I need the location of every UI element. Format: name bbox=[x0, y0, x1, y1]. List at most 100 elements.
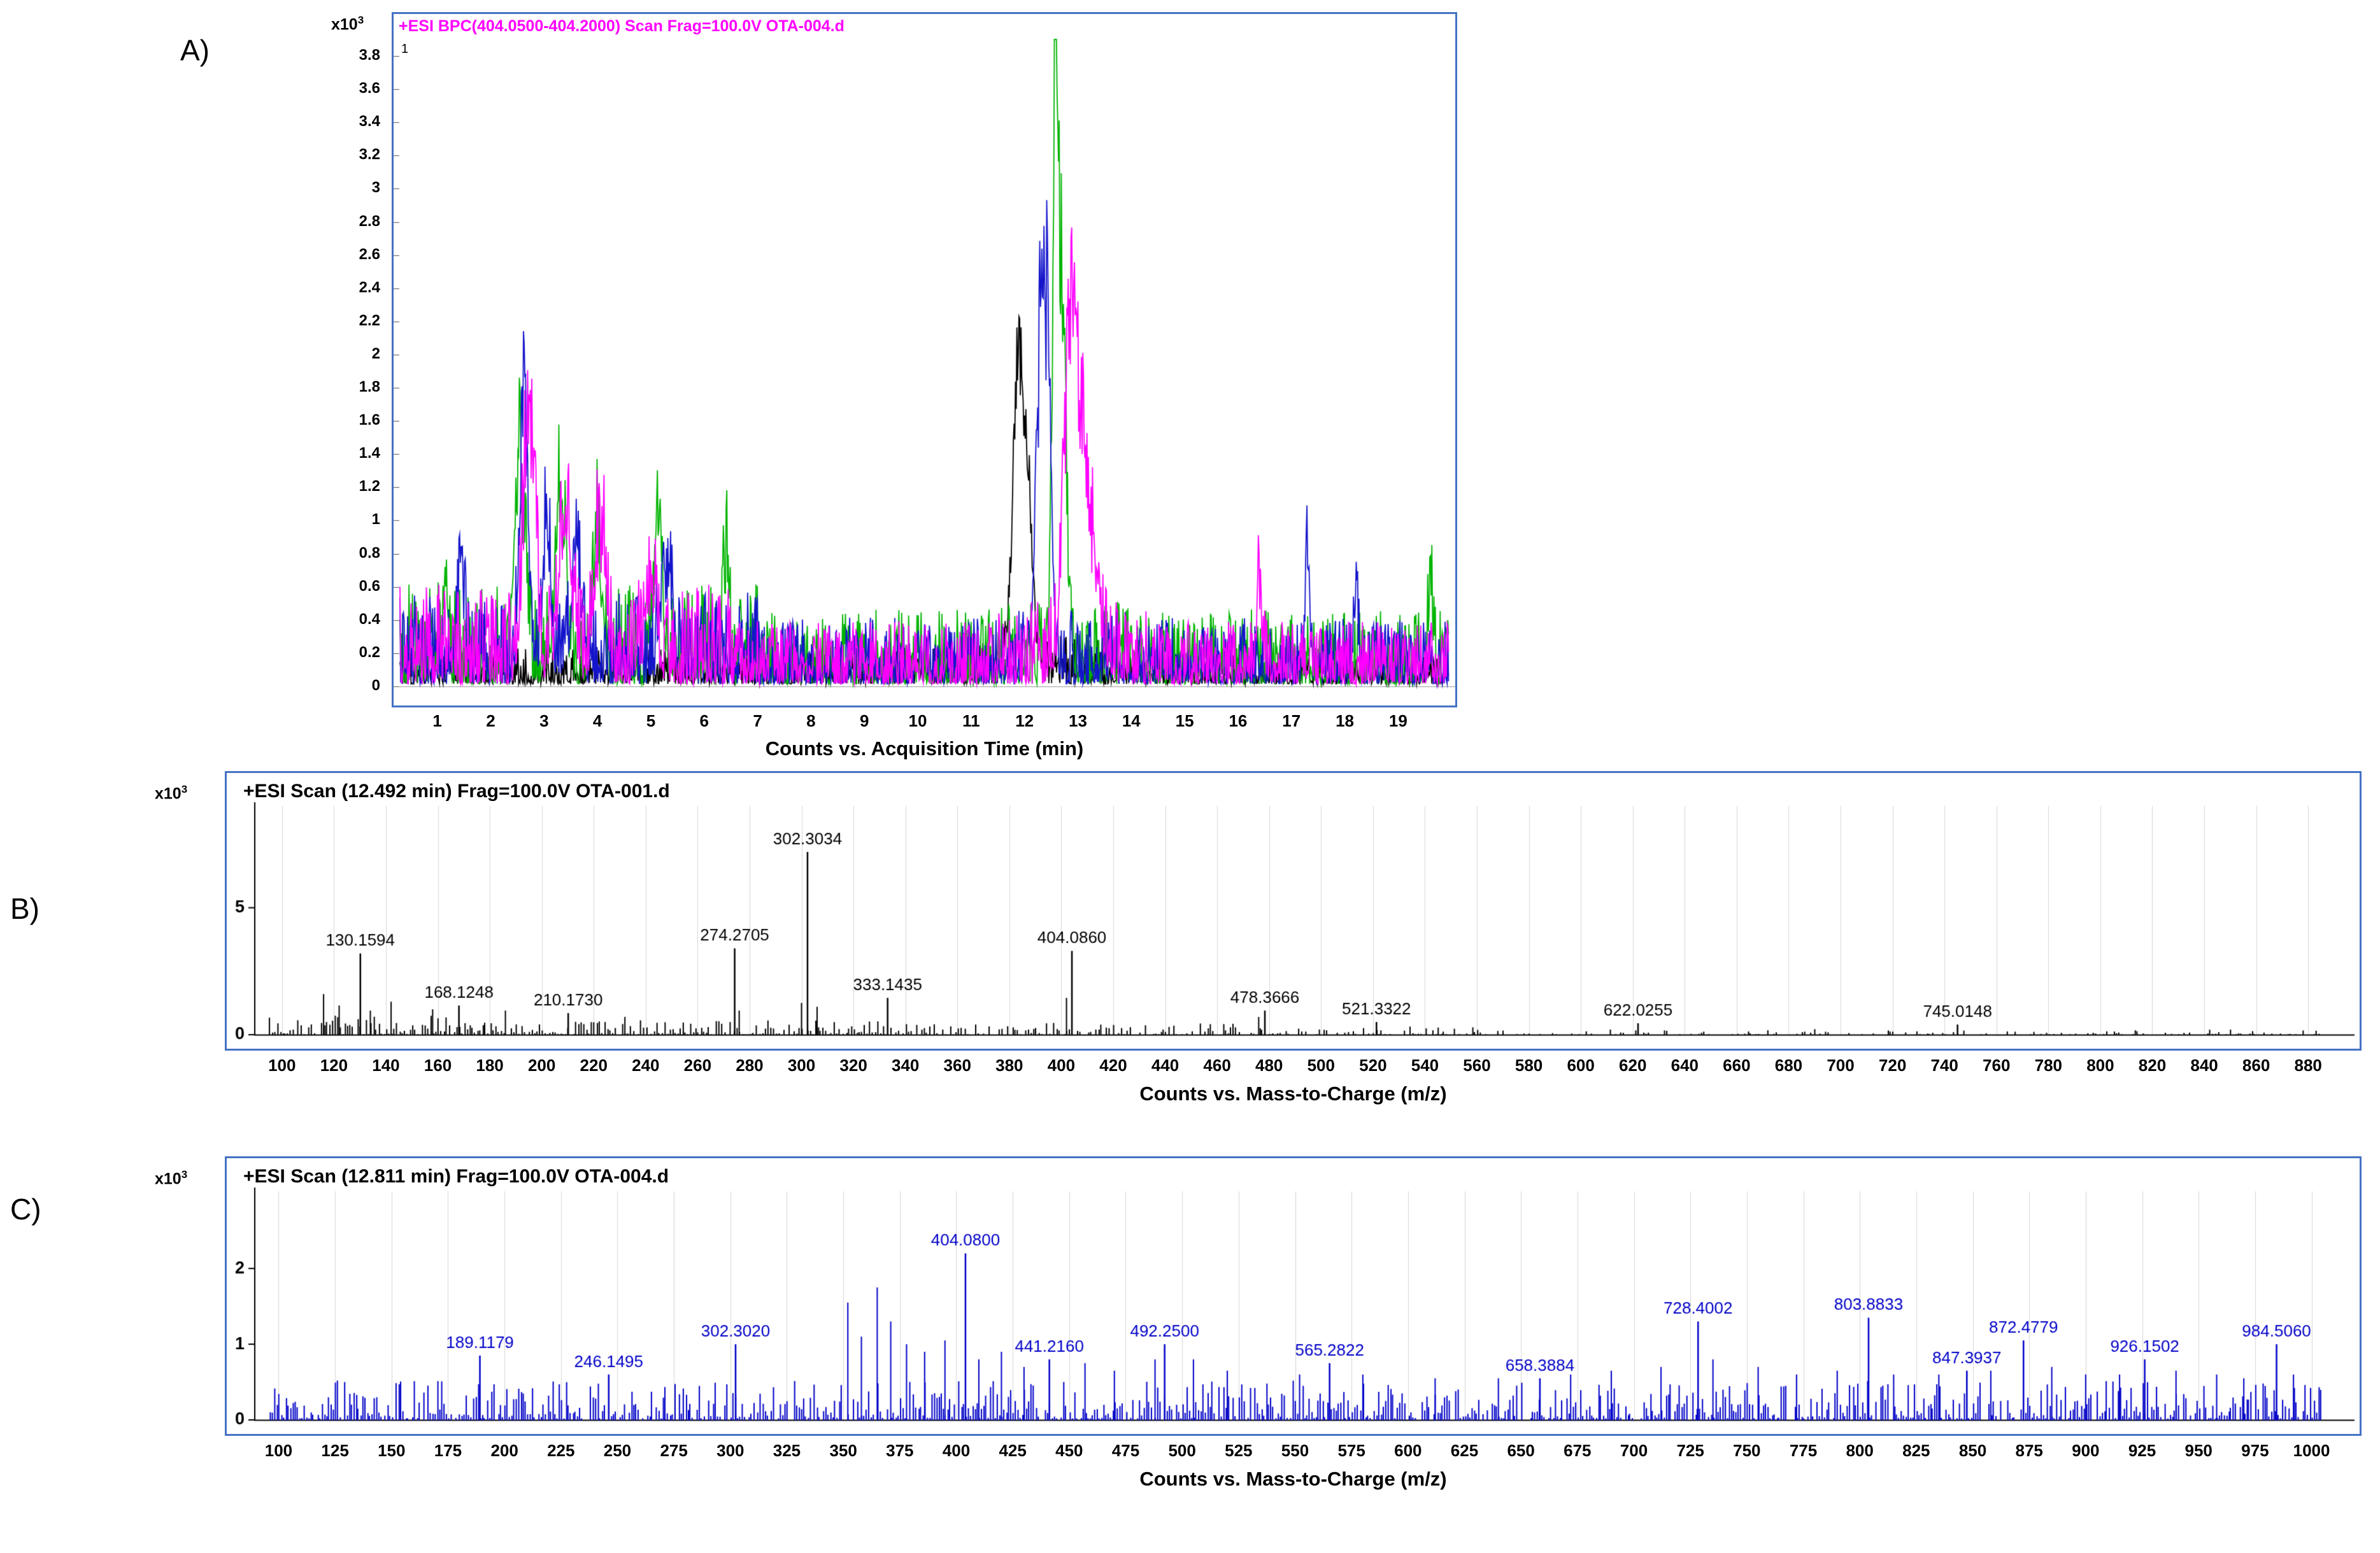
tick-label: 1.2 bbox=[317, 478, 380, 495]
tick-label: 425 bbox=[987, 1441, 1038, 1461]
tick-label: 100 bbox=[253, 1441, 304, 1461]
tick-label: 8 bbox=[785, 711, 836, 731]
tick-label: 16 bbox=[1213, 711, 1264, 731]
tick-label: 3.6 bbox=[317, 80, 380, 97]
tick-label: 1000 bbox=[2286, 1441, 2337, 1461]
panel-a-scale-exponent: 3 bbox=[358, 14, 364, 26]
tick-label: 100 bbox=[257, 1056, 308, 1075]
panel-a-chart-box: +ESI BPC(404.0500-404.2000) Scan Frag=10… bbox=[392, 12, 1457, 707]
tick-label: 180 bbox=[464, 1056, 515, 1075]
tick-label: 1.6 bbox=[317, 411, 380, 429]
tick-label: 150 bbox=[366, 1441, 417, 1461]
tick-label: 7 bbox=[732, 711, 783, 731]
tick-label: 600 bbox=[1383, 1441, 1434, 1461]
tick-label: 240 bbox=[620, 1056, 671, 1075]
tick-label: 900 bbox=[2060, 1441, 2111, 1461]
panel-a-chart-title: +ESI BPC(404.0500-404.2000) Scan Frag=10… bbox=[399, 17, 844, 36]
tick-label: 550 bbox=[1270, 1441, 1321, 1461]
tick-label: 15 bbox=[1159, 711, 1210, 731]
tick-label: 325 bbox=[761, 1441, 812, 1461]
tick-label: 600 bbox=[1555, 1056, 1606, 1075]
tick-label: 275 bbox=[648, 1441, 699, 1461]
tick-label: 1.8 bbox=[317, 378, 380, 396]
panel-a-letter: A) bbox=[180, 33, 210, 67]
tick-label: 860 bbox=[2231, 1056, 2282, 1075]
tick-label: 17 bbox=[1266, 711, 1317, 731]
tick-label: 580 bbox=[1504, 1056, 1555, 1075]
tick-label: 320 bbox=[828, 1056, 879, 1075]
tick-label: 625 bbox=[1439, 1441, 1490, 1461]
tick-label: 200 bbox=[479, 1441, 530, 1461]
tick-label: 140 bbox=[360, 1056, 411, 1075]
tick-label: 12 bbox=[999, 711, 1050, 731]
tick-label: 760 bbox=[1971, 1056, 2022, 1075]
tick-label: 18 bbox=[1320, 711, 1371, 731]
tick-label: 225 bbox=[536, 1441, 587, 1461]
tick-label: 540 bbox=[1399, 1056, 1450, 1075]
panel-b-scale-base: x10 bbox=[155, 784, 182, 802]
tick-label: 880 bbox=[2283, 1056, 2334, 1075]
panel-a-segment-marker: 1 bbox=[401, 42, 408, 57]
tick-label: 1.4 bbox=[317, 444, 380, 462]
tick-label: 14 bbox=[1106, 711, 1157, 731]
tick-label: 11 bbox=[946, 711, 997, 731]
tick-label: 780 bbox=[2023, 1056, 2074, 1075]
tick-label: 2.2 bbox=[317, 312, 380, 330]
tick-label: 13 bbox=[1052, 711, 1103, 731]
tick-label: 475 bbox=[1100, 1441, 1151, 1461]
tick-label: 125 bbox=[310, 1441, 360, 1461]
tick-label: 800 bbox=[1834, 1441, 1885, 1461]
panel-b-y-scale-label: x103 bbox=[155, 783, 187, 803]
tick-label: 740 bbox=[1919, 1056, 1970, 1075]
tick-label: 700 bbox=[1609, 1441, 1660, 1461]
panel-a-chromatogram-canvas bbox=[394, 14, 1455, 706]
panel-b-chart-box: +ESI Scan (12.492 min) Frag=100.0V OTA-0… bbox=[225, 771, 2362, 1051]
tick-label: 2.4 bbox=[317, 279, 380, 297]
tick-label: 480 bbox=[1244, 1056, 1295, 1075]
panel-b-chart-title: +ESI Scan (12.492 min) Frag=100.0V OTA-0… bbox=[243, 781, 670, 802]
tick-label: 450 bbox=[1044, 1441, 1095, 1461]
tick-label: 375 bbox=[874, 1441, 925, 1461]
tick-label: 160 bbox=[413, 1056, 464, 1075]
tick-label: 850 bbox=[1948, 1441, 1999, 1461]
tick-label: 560 bbox=[1451, 1056, 1502, 1075]
tick-label: 2 bbox=[317, 345, 380, 363]
tick-label: 500 bbox=[1157, 1441, 1208, 1461]
tick-label: 300 bbox=[776, 1056, 827, 1075]
tick-label: 840 bbox=[2179, 1056, 2230, 1075]
tick-label: 4 bbox=[572, 711, 623, 731]
tick-label: 1 bbox=[317, 511, 380, 528]
tick-label: 0 bbox=[317, 677, 380, 695]
tick-label: 725 bbox=[1665, 1441, 1716, 1461]
tick-label: 820 bbox=[2127, 1056, 2177, 1075]
tick-label: 825 bbox=[1891, 1441, 1942, 1461]
panel-c-chart-title: +ESI Scan (12.811 min) Frag=100.0V OTA-0… bbox=[243, 1166, 669, 1188]
tick-label: 5 bbox=[625, 711, 676, 731]
tick-label: 0.4 bbox=[317, 611, 380, 628]
panel-a-x-axis-title: Counts vs. Acquisition Time (min) bbox=[392, 737, 1457, 760]
tick-label: 19 bbox=[1372, 711, 1423, 731]
tick-label: 120 bbox=[308, 1056, 359, 1075]
tick-label: 950 bbox=[2173, 1441, 2224, 1461]
tick-label: 975 bbox=[2230, 1441, 2281, 1461]
panel-a-y-scale-label: x103 bbox=[331, 14, 364, 34]
tick-label: 750 bbox=[1721, 1441, 1772, 1461]
tick-label: 875 bbox=[2004, 1441, 2055, 1461]
tick-label: 720 bbox=[1867, 1056, 1918, 1075]
tick-label: 6 bbox=[679, 711, 730, 731]
tick-label: 340 bbox=[880, 1056, 931, 1075]
tick-label: 400 bbox=[1036, 1056, 1087, 1075]
tick-label: 575 bbox=[1326, 1441, 1377, 1461]
tick-label: 800 bbox=[2075, 1056, 2126, 1075]
tick-label: 220 bbox=[568, 1056, 619, 1075]
tick-label: 700 bbox=[1815, 1056, 1866, 1075]
panel-c-y-scale-label: x103 bbox=[155, 1168, 187, 1188]
panel-c-x-axis-title: Counts vs. Mass-to-Charge (m/z) bbox=[225, 1468, 2362, 1491]
tick-label: 3.8 bbox=[317, 46, 380, 64]
panel-b-scale-exponent: 3 bbox=[182, 783, 187, 795]
tick-label: 925 bbox=[2117, 1441, 2168, 1461]
tick-label: 1 bbox=[412, 711, 463, 731]
panel-a-scale-base: x10 bbox=[331, 15, 358, 33]
tick-label: 620 bbox=[1607, 1056, 1658, 1075]
panel-c-letter: C) bbox=[10, 1192, 41, 1226]
